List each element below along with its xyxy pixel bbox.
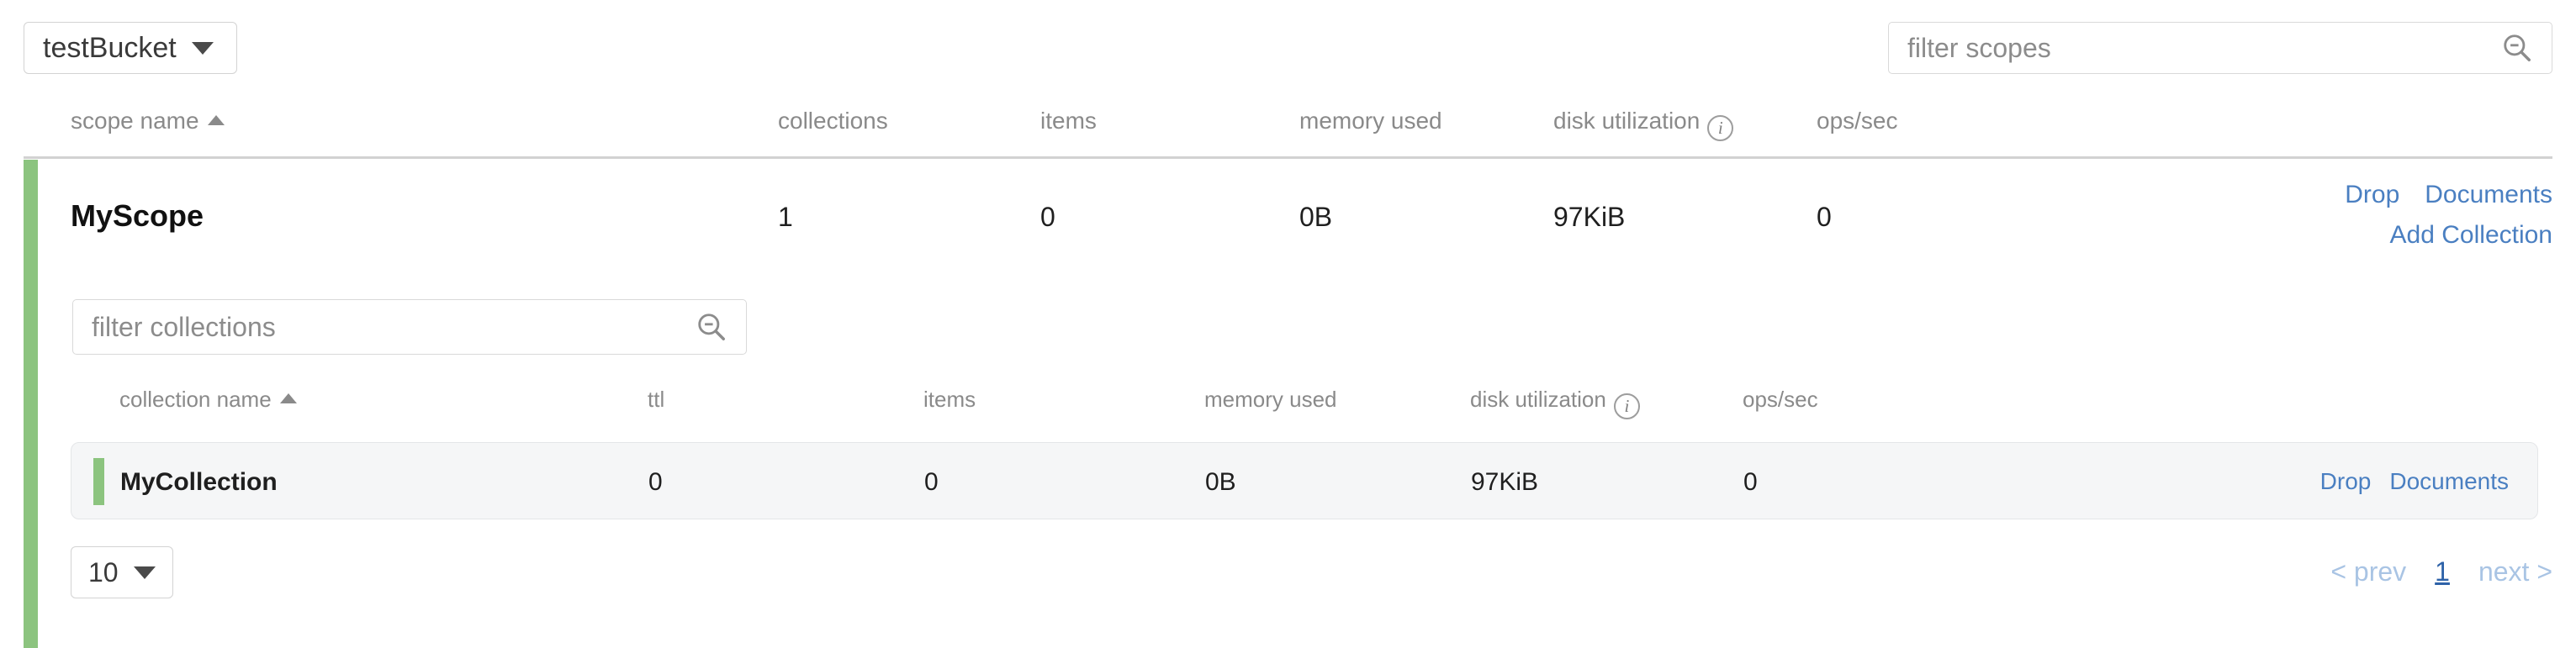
collection-drop-link[interactable]: Drop [2320, 468, 2372, 494]
scope-ops-sec: 0 [1817, 202, 1832, 232]
table-row[interactable]: MyCollection 0 0 0B 97KiB 0 Drop Document… [71, 442, 2538, 519]
collection-accent-bar [93, 458, 104, 505]
column-header-collection-memory-used[interactable]: memory used [1204, 387, 1337, 413]
column-header-collection-ops-sec[interactable]: ops/sec [1743, 387, 1818, 413]
column-header-collection-items[interactable]: items [923, 387, 976, 413]
scope-items-count: 0 [1040, 202, 1055, 232]
column-header-label: collections [778, 108, 888, 134]
column-header-label: memory used [1204, 387, 1337, 412]
column-header-label: disk utilization [1470, 387, 1606, 412]
collection-items: 0 [924, 468, 939, 496]
pagination: < prev 1 next > [2330, 556, 2552, 587]
add-collection-link[interactable]: Add Collection [2390, 221, 2552, 249]
collection-ttl: 0 [648, 468, 663, 496]
scopes-collections-page: testBucket filter scopes scope name coll… [0, 0, 2576, 648]
column-header-label: collection name [119, 387, 272, 412]
column-header-label: scope name [71, 108, 199, 134]
toolbar: testBucket filter scopes [0, 0, 2576, 94]
column-header-ops-sec[interactable]: ops/sec [1817, 108, 1898, 134]
column-header-label: ttl [648, 387, 665, 412]
prev-page-button[interactable]: < prev [2330, 556, 2406, 587]
page-size-selector[interactable]: 10 [71, 546, 173, 598]
chevron-down-icon [133, 566, 156, 579]
chevron-down-icon [191, 41, 214, 55]
column-header-collections[interactable]: collections [778, 108, 888, 134]
search-icon[interactable] [696, 311, 727, 343]
info-icon[interactable]: i [1613, 393, 1640, 419]
bucket-selector-label: testBucket [43, 31, 177, 64]
info-icon[interactable]: i [1707, 115, 1734, 141]
scope-collections-count: 1 [778, 202, 793, 232]
search-icon[interactable] [2501, 32, 2533, 64]
column-header-collection-name[interactable]: collection name [119, 387, 297, 413]
column-header-collection-disk-utilization[interactable]: disk utilization i [1470, 387, 1640, 419]
current-page-button[interactable]: 1 [2435, 556, 2450, 587]
scope-memory-used: 0B [1299, 202, 1333, 232]
collection-filter-placeholder: filter collections [92, 311, 276, 342]
column-header-label: ops/sec [1743, 387, 1818, 412]
column-header-label: ops/sec [1817, 108, 1898, 134]
collection-table-header: collection name ttl items memory used di… [0, 387, 2576, 429]
scope-actions-line-1: Drop Documents [2014, 178, 2552, 212]
scope-filter-placeholder: filter scopes [1907, 32, 2051, 63]
collection-name: MyCollection [120, 468, 278, 496]
column-header-label: items [923, 387, 976, 412]
column-header-label: disk utilization [1553, 108, 1701, 134]
scope-table-header: scope name collections items memory used… [0, 108, 2576, 155]
scope-row[interactable]: MyScope 1 0 0B 97KiB 0 Drop Documents Add… [0, 165, 2576, 266]
column-header-scope-name[interactable]: scope name [71, 108, 225, 134]
collection-disk-utilization: 97KiB [1471, 468, 1539, 496]
scope-name: MyScope [71, 198, 204, 233]
column-header-label: items [1040, 108, 1097, 134]
column-header-disk-utilization[interactable]: disk utilization i [1553, 108, 1734, 141]
collection-memory-used: 0B [1205, 468, 1236, 496]
scope-actions: Drop Documents Add Collection [2014, 178, 2552, 252]
header-divider [24, 156, 2552, 159]
page-size-label: 10 [88, 556, 119, 587]
column-header-ttl[interactable]: ttl [648, 387, 664, 413]
collection-ops-sec: 0 [1743, 468, 1758, 496]
collection-actions: Drop Documents [2320, 468, 2509, 495]
column-header-label: memory used [1299, 108, 1442, 134]
scope-filter-input[interactable]: filter scopes [1888, 22, 2552, 74]
collection-filter-input[interactable]: filter collections [72, 299, 747, 355]
bucket-selector[interactable]: testBucket [24, 22, 237, 74]
sort-ascending-icon [207, 115, 225, 125]
scope-documents-link[interactable]: Documents [2425, 181, 2552, 208]
column-header-items[interactable]: items [1040, 108, 1097, 134]
sort-ascending-icon [279, 393, 297, 403]
next-page-button[interactable]: next > [2478, 556, 2552, 587]
scope-actions-line-2: Add Collection [2014, 219, 2552, 252]
collection-documents-link[interactable]: Documents [2389, 468, 2509, 494]
scope-drop-link[interactable]: Drop [2345, 181, 2399, 208]
column-header-memory-used[interactable]: memory used [1299, 108, 1442, 134]
scope-disk-utilization: 97KiB [1553, 202, 1626, 232]
